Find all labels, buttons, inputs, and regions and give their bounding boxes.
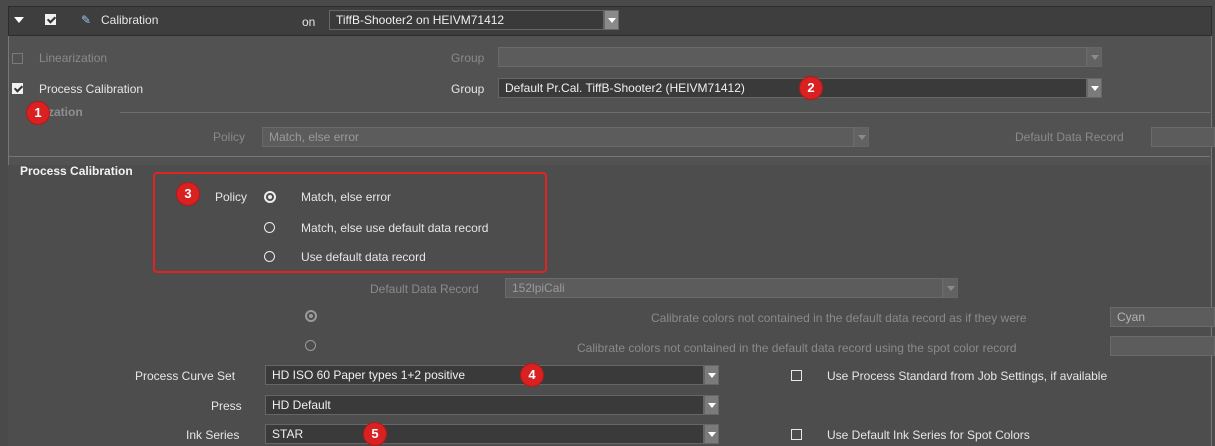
linearization-group-dropdown[interactable] bbox=[1087, 47, 1102, 67]
process-default-record-dropdown[interactable] bbox=[943, 278, 958, 298]
use-default-ink-label: Use Default Ink Series for Spot Colors bbox=[827, 428, 1030, 442]
linearization-group-select[interactable] bbox=[498, 47, 1087, 67]
ink-series-select[interactable]: STAR bbox=[265, 424, 704, 444]
process-calibration-checkbox[interactable] bbox=[12, 83, 23, 94]
calibrate-as-if-label: Calibrate colors not contained in the de… bbox=[651, 311, 1027, 325]
press-label: Press bbox=[211, 399, 242, 413]
calibrate-spot-record-radio[interactable] bbox=[305, 340, 316, 351]
linearization-default-record-field[interactable] bbox=[1151, 127, 1215, 147]
process-curve-set-select[interactable]: HD ISO 60 Paper types 1+2 positive bbox=[265, 365, 704, 385]
calibration-title: Calibration bbox=[101, 13, 159, 27]
use-process-standard-checkbox[interactable] bbox=[791, 370, 802, 381]
process-calibration-group-dropdown[interactable] bbox=[1087, 78, 1102, 98]
linearization-label: Linearization bbox=[39, 51, 108, 65]
calibration-icon: ✎ bbox=[81, 13, 92, 27]
process-calibration-label: Process Calibration bbox=[39, 82, 144, 96]
target-select[interactable]: TiffB-Shooter2 on HEIVM71412 bbox=[329, 10, 604, 30]
target-dropdown-button[interactable] bbox=[604, 10, 619, 30]
ink-series-label: Ink Series bbox=[186, 428, 240, 442]
process-default-record-select[interactable]: 152lpiCali bbox=[505, 278, 943, 298]
calibrate-as-if-select[interactable]: Cyan bbox=[1110, 307, 1215, 327]
calibrate-as-if-radio[interactable] bbox=[305, 310, 317, 322]
calibration-panel: ✎ Calibration on TiffB-Shooter2 on HEIVM… bbox=[0, 0, 1215, 446]
use-process-standard-label: Use Process Standard from Job Settings, … bbox=[827, 369, 1108, 383]
process-curve-set-dropdown[interactable] bbox=[704, 365, 719, 385]
on-label: on bbox=[302, 15, 316, 29]
press-select[interactable]: HD Default bbox=[265, 395, 704, 415]
callout-5: 5 bbox=[364, 423, 386, 445]
process-calibration-group-label: Group bbox=[451, 82, 485, 96]
linearization-checkbox[interactable] bbox=[12, 53, 23, 64]
use-default-ink-checkbox[interactable] bbox=[791, 429, 802, 440]
linearization-policy-label: Policy bbox=[213, 130, 246, 144]
calibration-enable-checkbox[interactable] bbox=[45, 14, 56, 25]
policy-highlight-box bbox=[153, 172, 547, 273]
press-dropdown[interactable] bbox=[704, 395, 719, 415]
process-default-record-label: Default Data Record bbox=[370, 282, 479, 296]
process-calibration-group-select[interactable]: Default Pr.Cal. TiffB-Shooter2 (HEIVM714… bbox=[498, 78, 1087, 98]
linearization-section-divider bbox=[120, 112, 1210, 113]
process-curve-set-label: Process Curve Set bbox=[135, 369, 236, 383]
linearization-default-record-label: Default Data Record bbox=[1015, 130, 1124, 144]
linearization-policy-dropdown[interactable] bbox=[854, 127, 869, 147]
callout-3: 3 bbox=[177, 183, 199, 205]
calibrate-spot-record-label: Calibrate colors not contained in the de… bbox=[577, 341, 1017, 355]
callout-1: 1 bbox=[27, 102, 49, 124]
ink-series-dropdown[interactable] bbox=[704, 424, 719, 444]
process-section-divider bbox=[8, 156, 1210, 157]
callout-2: 2 bbox=[800, 77, 822, 99]
calibrate-spot-record-select[interactable] bbox=[1110, 336, 1215, 356]
collapse-icon[interactable] bbox=[14, 17, 24, 23]
linearization-policy-select[interactable]: Match, else error bbox=[262, 127, 854, 147]
callout-4: 4 bbox=[521, 364, 543, 386]
linearization-group-label: Group bbox=[451, 51, 485, 65]
process-section-title: Process Calibration bbox=[20, 164, 133, 178]
